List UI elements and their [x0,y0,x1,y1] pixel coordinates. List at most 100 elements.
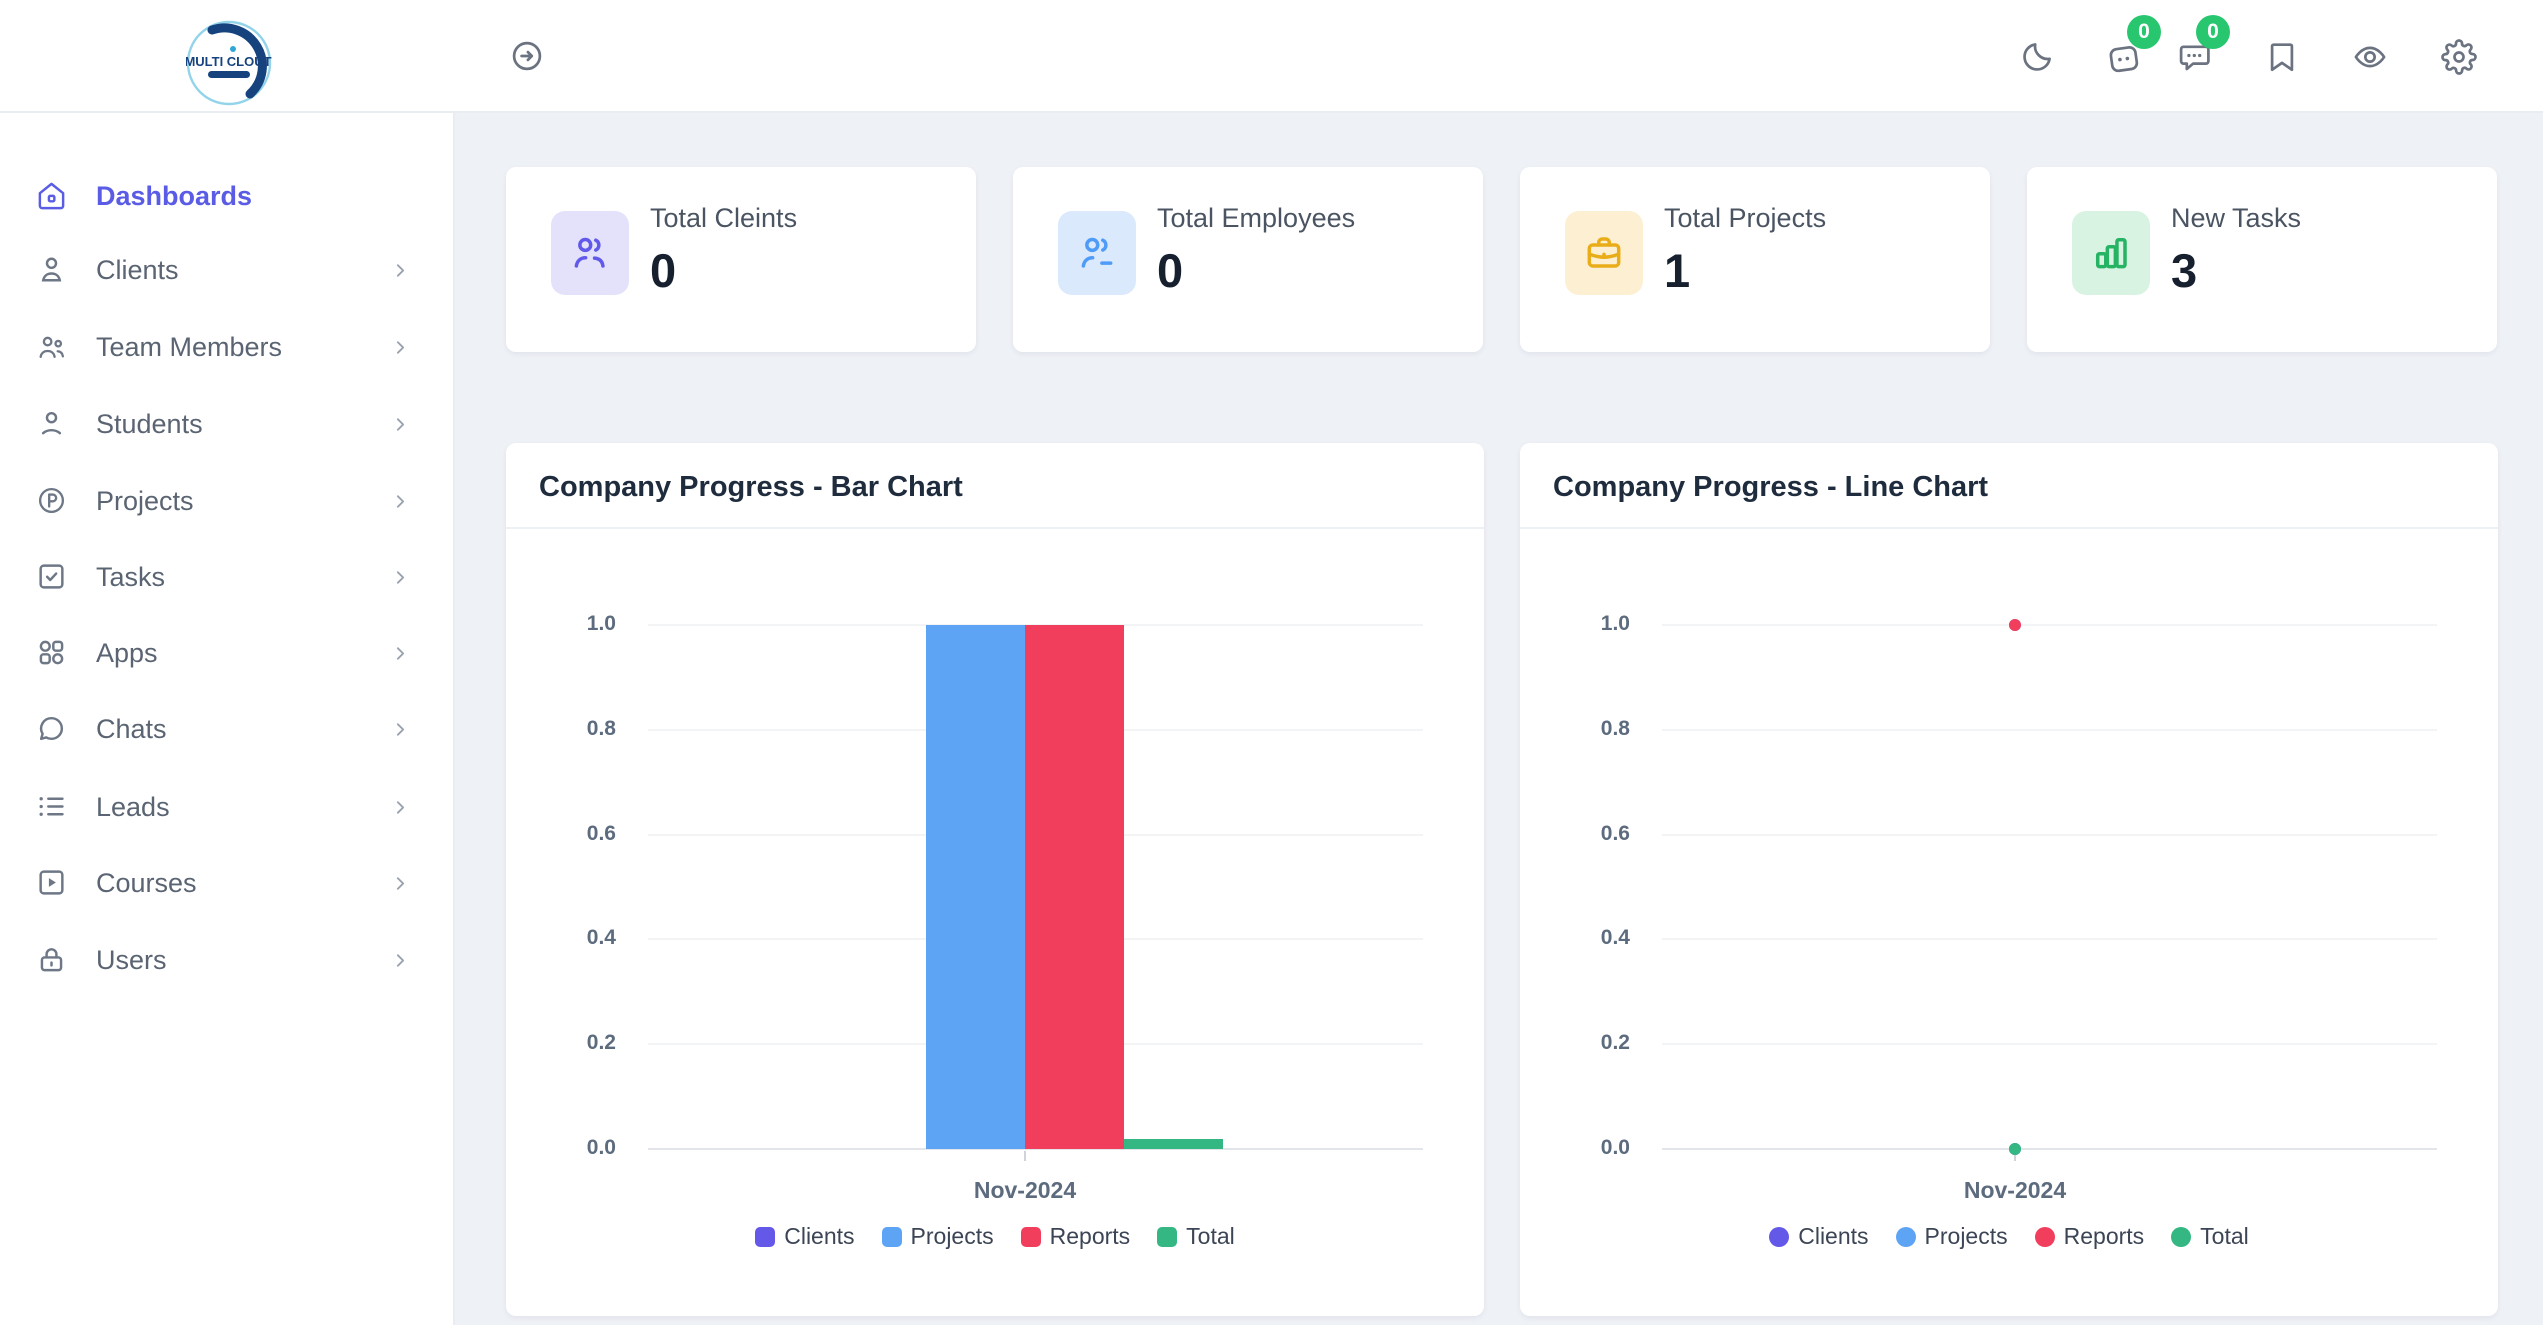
legend-marker-icon [881,1226,902,1247]
eye-icon [2352,39,2388,75]
x-axis-label: Nov-2024 [1963,1177,2067,1203]
sidebar-item-label: Dashboards [96,181,253,211]
p-circle-icon [36,485,67,516]
settings-button[interactable] [2441,39,2477,75]
user-icon [36,254,67,285]
sidebar-item-leads[interactable]: Leads [0,778,455,836]
check-square-icon [36,561,67,592]
bar-chart-canvas: 1.0 0.8 0.6 0.4 0.2 0.0 Nov-2024 Clients Project… [506,443,1484,1316]
y-axis-tick-label: 0.0 [1600,1136,1630,1159]
apps-grid-icon [36,637,67,668]
gridline [1662,1043,2437,1046]
chevron-right-icon [390,337,411,358]
legend-item-reports[interactable]: Reports [1020,1223,1130,1250]
y-axis-tick-label: 1.0 [1600,612,1630,635]
dark-mode-toggle[interactable] [2019,39,2055,75]
stat-label: Total Projects [1664,203,1827,233]
sidebar-item-label: Chats [96,714,167,744]
stat-label: New Tasks [2171,203,2302,233]
user-minus-icon [1058,211,1136,295]
legend-item-total[interactable]: Total [2171,1223,2249,1250]
sidebar-item-label: Apps [96,638,158,668]
legend-marker-icon [1895,1226,1916,1247]
users-icon [551,211,629,295]
sidebar-collapse-button[interactable] [509,38,545,74]
point-reports [2009,619,2021,631]
y-axis-tick-label: 1.0 [586,612,616,635]
dashboard-page: Dashboards Clients Team Members Students… [0,0,2543,1325]
legend-item-projects[interactable]: Projects [1895,1223,2008,1250]
briefcase-icon [1565,211,1643,295]
bar-total [1124,1139,1223,1149]
chat-notifications-button[interactable]: 0 [2107,15,2161,75]
legend-item-reports[interactable]: Reports [2034,1223,2144,1250]
legend-item-clients[interactable]: Clients [755,1223,855,1250]
line-chart-canvas: 1.0 0.8 0.6 0.4 0.2 0.0 Nov-2024 Clients Project… [1520,443,2498,1316]
sidebar-item-projects[interactable]: Projects [0,472,455,530]
bookmark-icon [2264,39,2300,75]
top-header: MULTI CLOUT 0 0 [0,0,2543,113]
legend-marker-icon [2034,1226,2055,1247]
bar-reports [1025,625,1124,1149]
gridline [1662,938,2437,941]
sidebar-item-label: Tasks [96,562,166,592]
sidebar-item-label: Projects [96,486,194,516]
preview-button[interactable] [2352,39,2388,75]
sidebar-item-label: Courses [96,868,197,898]
stat-value: 0 [650,244,677,297]
y-axis-tick-label: 0.2 [586,1031,616,1055]
y-axis-tick-label: 0.6 [586,821,616,845]
chevron-right-icon [390,950,411,971]
sidebar-item-courses[interactable]: Courses [0,854,455,912]
chevron-right-icon [390,260,411,281]
legend-item-projects[interactable]: Projects [881,1223,994,1250]
y-axis-tick-label: 0.8 [1600,716,1630,740]
sidebar-item-apps[interactable]: Apps [0,624,455,682]
multiclout-logo[interactable]: MULTI CLOUT [184,20,272,106]
chevron-right-icon [390,873,411,894]
chevron-right-icon [390,491,411,512]
sidebar-item-students[interactable]: Students [0,395,455,453]
sidebar-item-chats[interactable]: Chats [0,700,455,758]
sidebar-item-users[interactable]: Users [0,931,455,989]
lock-icon [36,944,67,975]
bookmarks-button[interactable] [2264,39,2300,75]
sidebar-item-tasks[interactable]: Tasks [0,548,455,606]
legend-label: Total [1186,1223,1235,1249]
bar-projects [926,625,1025,1149]
sidebar-item-label: Leads [96,792,170,822]
sidebar-item-label: Users [96,945,167,975]
chevron-right-icon [390,414,411,435]
legend-label: Clients [1798,1223,1869,1249]
legend-label: Clients [784,1223,855,1249]
gridline [1662,833,2437,836]
y-axis-tick-label: 0.2 [1600,1031,1630,1055]
legend-marker-icon [1769,1226,1790,1247]
gear-icon [2441,39,2477,75]
y-axis-tick-label: 0.0 [586,1136,616,1159]
legend-label: Projects [1924,1223,2008,1249]
y-axis-tick-label: 0.4 [1600,926,1630,950]
legend-marker-icon [1157,1226,1178,1247]
chart-legend: Clients Projects Reports Total [1520,1223,2498,1250]
sidebar-item-team-members[interactable]: Team Members [0,318,455,376]
gridline [1662,728,2437,731]
message-count-badge: 0 [2196,15,2230,49]
stat-value: 0 [1157,244,1184,297]
list-icon [36,791,67,822]
chevron-right-icon [390,719,411,740]
sidebar-item-dashboards[interactable]: Dashboards [0,167,455,225]
stat-label: Total Employees [1157,203,1356,233]
messages-button[interactable]: 0 [2176,15,2230,75]
legend-item-total[interactable]: Total [1157,1223,1235,1250]
sidebar-item-clients[interactable]: Clients [0,241,455,299]
bar-chart-icon [2072,211,2150,295]
y-axis-tick-label: 0.6 [1600,821,1630,845]
stat-card-new-tasks: New Tasks 3 [2027,167,2497,352]
line-chart-card: Company Progress - Line Chart 1.0 0.8 0.6 0… [1520,443,2498,1316]
legend-item-clients[interactable]: Clients [1769,1223,1869,1250]
y-axis-tick-label: 0.4 [586,926,616,950]
bar-chart-card: Company Progress - Bar Chart 1.0 0.8 0.6 0.… [506,443,1484,1316]
legend-marker-icon [755,1226,776,1247]
y-axis-tick-label: 0.8 [586,716,616,740]
